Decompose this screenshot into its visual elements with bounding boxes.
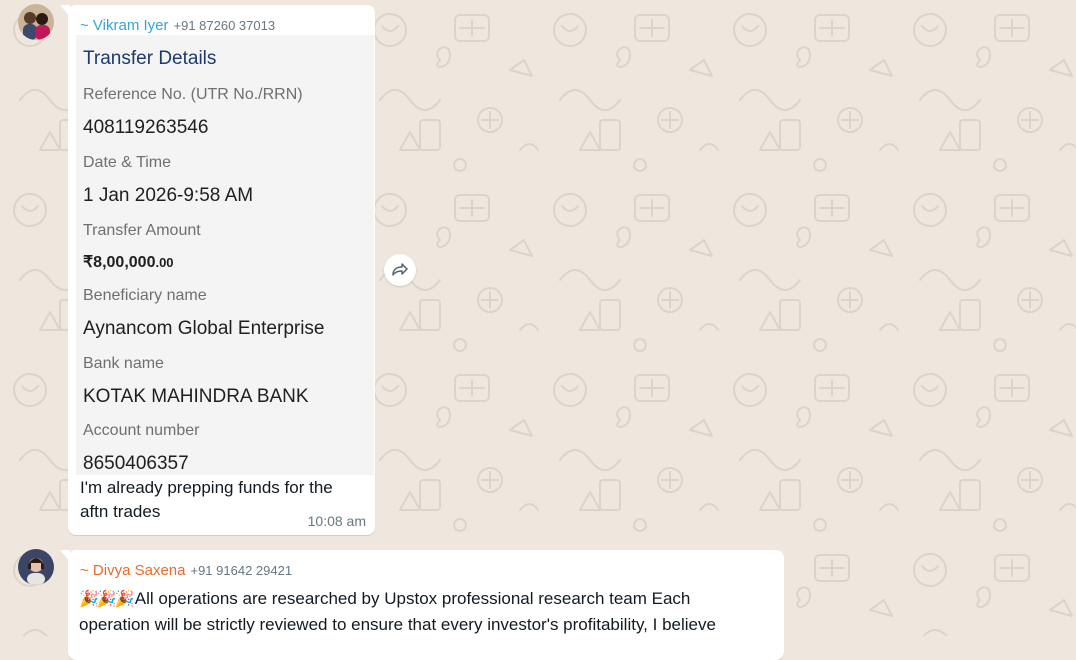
message-bubble[interactable]: ~ Vikram Iyer +91 87260 37013 Transfer De…	[60, 5, 375, 535]
bubble-tail	[60, 550, 70, 562]
receipt-field-label: Bank name	[83, 355, 164, 372]
party-popper-emoji: 🎉🎉🎉	[79, 591, 135, 608]
sender-phone: +91 91642 29421	[190, 563, 293, 578]
sender-name[interactable]: ~ Vikram Iyer	[80, 17, 169, 34]
receipt-field-value: KOTAK MAHINDRA BANK	[83, 386, 309, 407]
bubble-tail	[60, 5, 70, 17]
receipt-field-value: 1 Jan 2026-9:58 AM	[83, 185, 254, 206]
receipt-field-label: Date & Time	[83, 154, 172, 171]
receipt-field-label: Beneficiary name	[83, 287, 207, 304]
message-text-line: All operations are researched by Upstox …	[134, 589, 691, 608]
amount-main: ₹8,00,000	[83, 254, 156, 271]
sender-avatar-vikram[interactable]	[18, 4, 54, 40]
receipt-image[interactable]: Transfer Details Reference No. (UTR No./…	[76, 35, 374, 475]
sender-phone: +91 87260 37013	[173, 18, 276, 33]
receipt-title: Transfer Details	[83, 48, 217, 69]
receipt-field-label: Account number	[83, 422, 200, 439]
message-caption-line: I'm already prepping funds for the	[80, 478, 333, 497]
receipt-field-label: Transfer Amount	[83, 222, 201, 239]
sender-avatar-divya[interactable]	[18, 549, 54, 585]
amount-decimal: .00	[155, 255, 174, 270]
receipt-amount: ₹8,00,000.00	[83, 252, 174, 272]
sender-header: ~ Divya Saxena +91 91642 29421	[80, 562, 292, 580]
receipt-field-value: 8650406357	[83, 453, 189, 474]
message-text: 🎉🎉🎉 All operations are researched by Upst…	[79, 586, 764, 637]
couple-photo-avatar	[18, 4, 54, 40]
sender-header: ~ Vikram Iyer +91 87260 37013	[80, 17, 275, 35]
receipt-field-value: 408119263546	[83, 117, 209, 138]
message-time: 10:08 am	[307, 513, 366, 529]
woman-photo-avatar	[18, 549, 54, 585]
message-caption-line: aftn trades	[80, 502, 161, 521]
receipt-field-value: Aynancom Global Enterprise	[83, 318, 325, 339]
receipt-field-label: Reference No. (UTR No./RRN)	[83, 86, 303, 103]
forward-icon	[392, 263, 408, 276]
forward-button[interactable]	[384, 254, 416, 286]
message-text-line: operation will be strictly reviewed to e…	[79, 615, 716, 634]
sender-name[interactable]: ~ Divya Saxena	[80, 562, 185, 579]
message-bubble[interactable]: ~ Divya Saxena +91 91642 29421 🎉🎉🎉 All ope…	[60, 550, 784, 660]
